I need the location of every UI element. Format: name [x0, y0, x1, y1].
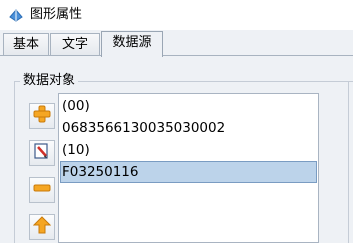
tab-basic[interactable]: 基本	[3, 33, 49, 56]
window-title: 图形属性	[30, 7, 83, 22]
edit-icon	[33, 142, 51, 164]
list-item[interactable]: (00)	[60, 95, 317, 117]
list-item-text: 0683566130035030002	[62, 120, 226, 136]
tab-datasource[interactable]: 数据源	[101, 31, 163, 57]
tab-datasource-label: 数据源	[112, 35, 152, 50]
list-item[interactable]: 0683566130035030002	[60, 117, 317, 139]
list-item-selected[interactable]: F03250116	[60, 161, 317, 183]
remove-icon	[33, 179, 51, 201]
edit-button[interactable]	[29, 140, 55, 166]
list-item-text: (10)	[62, 142, 90, 158]
title-bar: 图形属性	[0, 0, 353, 30]
data-object-list[interactable]: (00) 0683566130035030002 (10) F03250116	[58, 93, 319, 243]
tab-text[interactable]: 文字	[50, 33, 100, 56]
app-icon	[8, 7, 24, 23]
list-item-text: (00)	[62, 98, 90, 114]
right-panel-edge	[348, 81, 349, 243]
move-up-button[interactable]	[29, 214, 55, 240]
add-icon	[33, 105, 51, 127]
tab-text-label: 文字	[61, 37, 88, 52]
list-item[interactable]: (10)	[60, 139, 317, 161]
group-label: 数据对象	[20, 72, 79, 90]
tab-basic-label: 基本	[12, 37, 39, 52]
add-button[interactable]	[29, 103, 55, 129]
remove-button[interactable]	[29, 177, 55, 203]
move-up-icon	[32, 216, 52, 238]
list-item-text: F03250116	[62, 164, 139, 180]
